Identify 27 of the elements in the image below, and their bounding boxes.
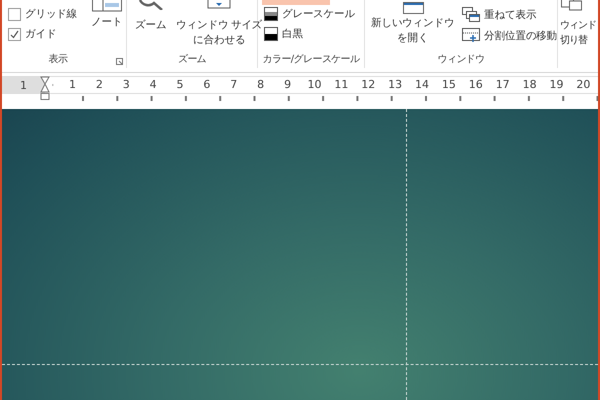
checkbox-option[interactable]: ガイド [8, 27, 78, 41]
color-mode-button[interactable]: グレースケール [264, 7, 355, 21]
switch-windows-button[interactable]: ウィンド 切り替 [558, 0, 596, 72]
grayscale-icon [264, 7, 278, 21]
window-action-button[interactable]: 分割位置の移動 [462, 28, 558, 43]
checkbox[interactable] [8, 8, 21, 20]
monochrome-icon [264, 27, 278, 41]
fit-to-window-button[interactable]: ウィンドウ サイズ に合わせる [174, 0, 264, 52]
window-action-button[interactable]: 重ねて表示 [462, 7, 558, 22]
color-mode-button[interactable]: 白黒 [264, 27, 355, 41]
magnifier-icon [138, 0, 164, 10]
color-button[interactable] [262, 0, 330, 5]
checkbox-option[interactable]: グリッド線 [8, 7, 78, 21]
ruler-number: 1 [20, 78, 27, 92]
group-label: 表示 [48, 52, 69, 67]
zoom-button[interactable]: ズーム [133, 0, 168, 52]
guide-line[interactable] [2, 364, 598, 365]
group-label: カラー/グレースケール [262, 53, 361, 67]
guide-line[interactable] [406, 109, 407, 400]
new-window-button[interactable]: 新しいウィンドウ を開く [369, 0, 456, 52]
group-label: ズーム [176, 53, 208, 67]
cascade-windows-icon [462, 7, 480, 22]
dialog-launcher-icon[interactable] [116, 58, 123, 65]
checkbox[interactable] [8, 28, 21, 40]
group-label: ウィンドウ [436, 53, 486, 67]
move-split-icon [462, 28, 480, 43]
notes-button[interactable]: ノート [89, 0, 124, 52]
